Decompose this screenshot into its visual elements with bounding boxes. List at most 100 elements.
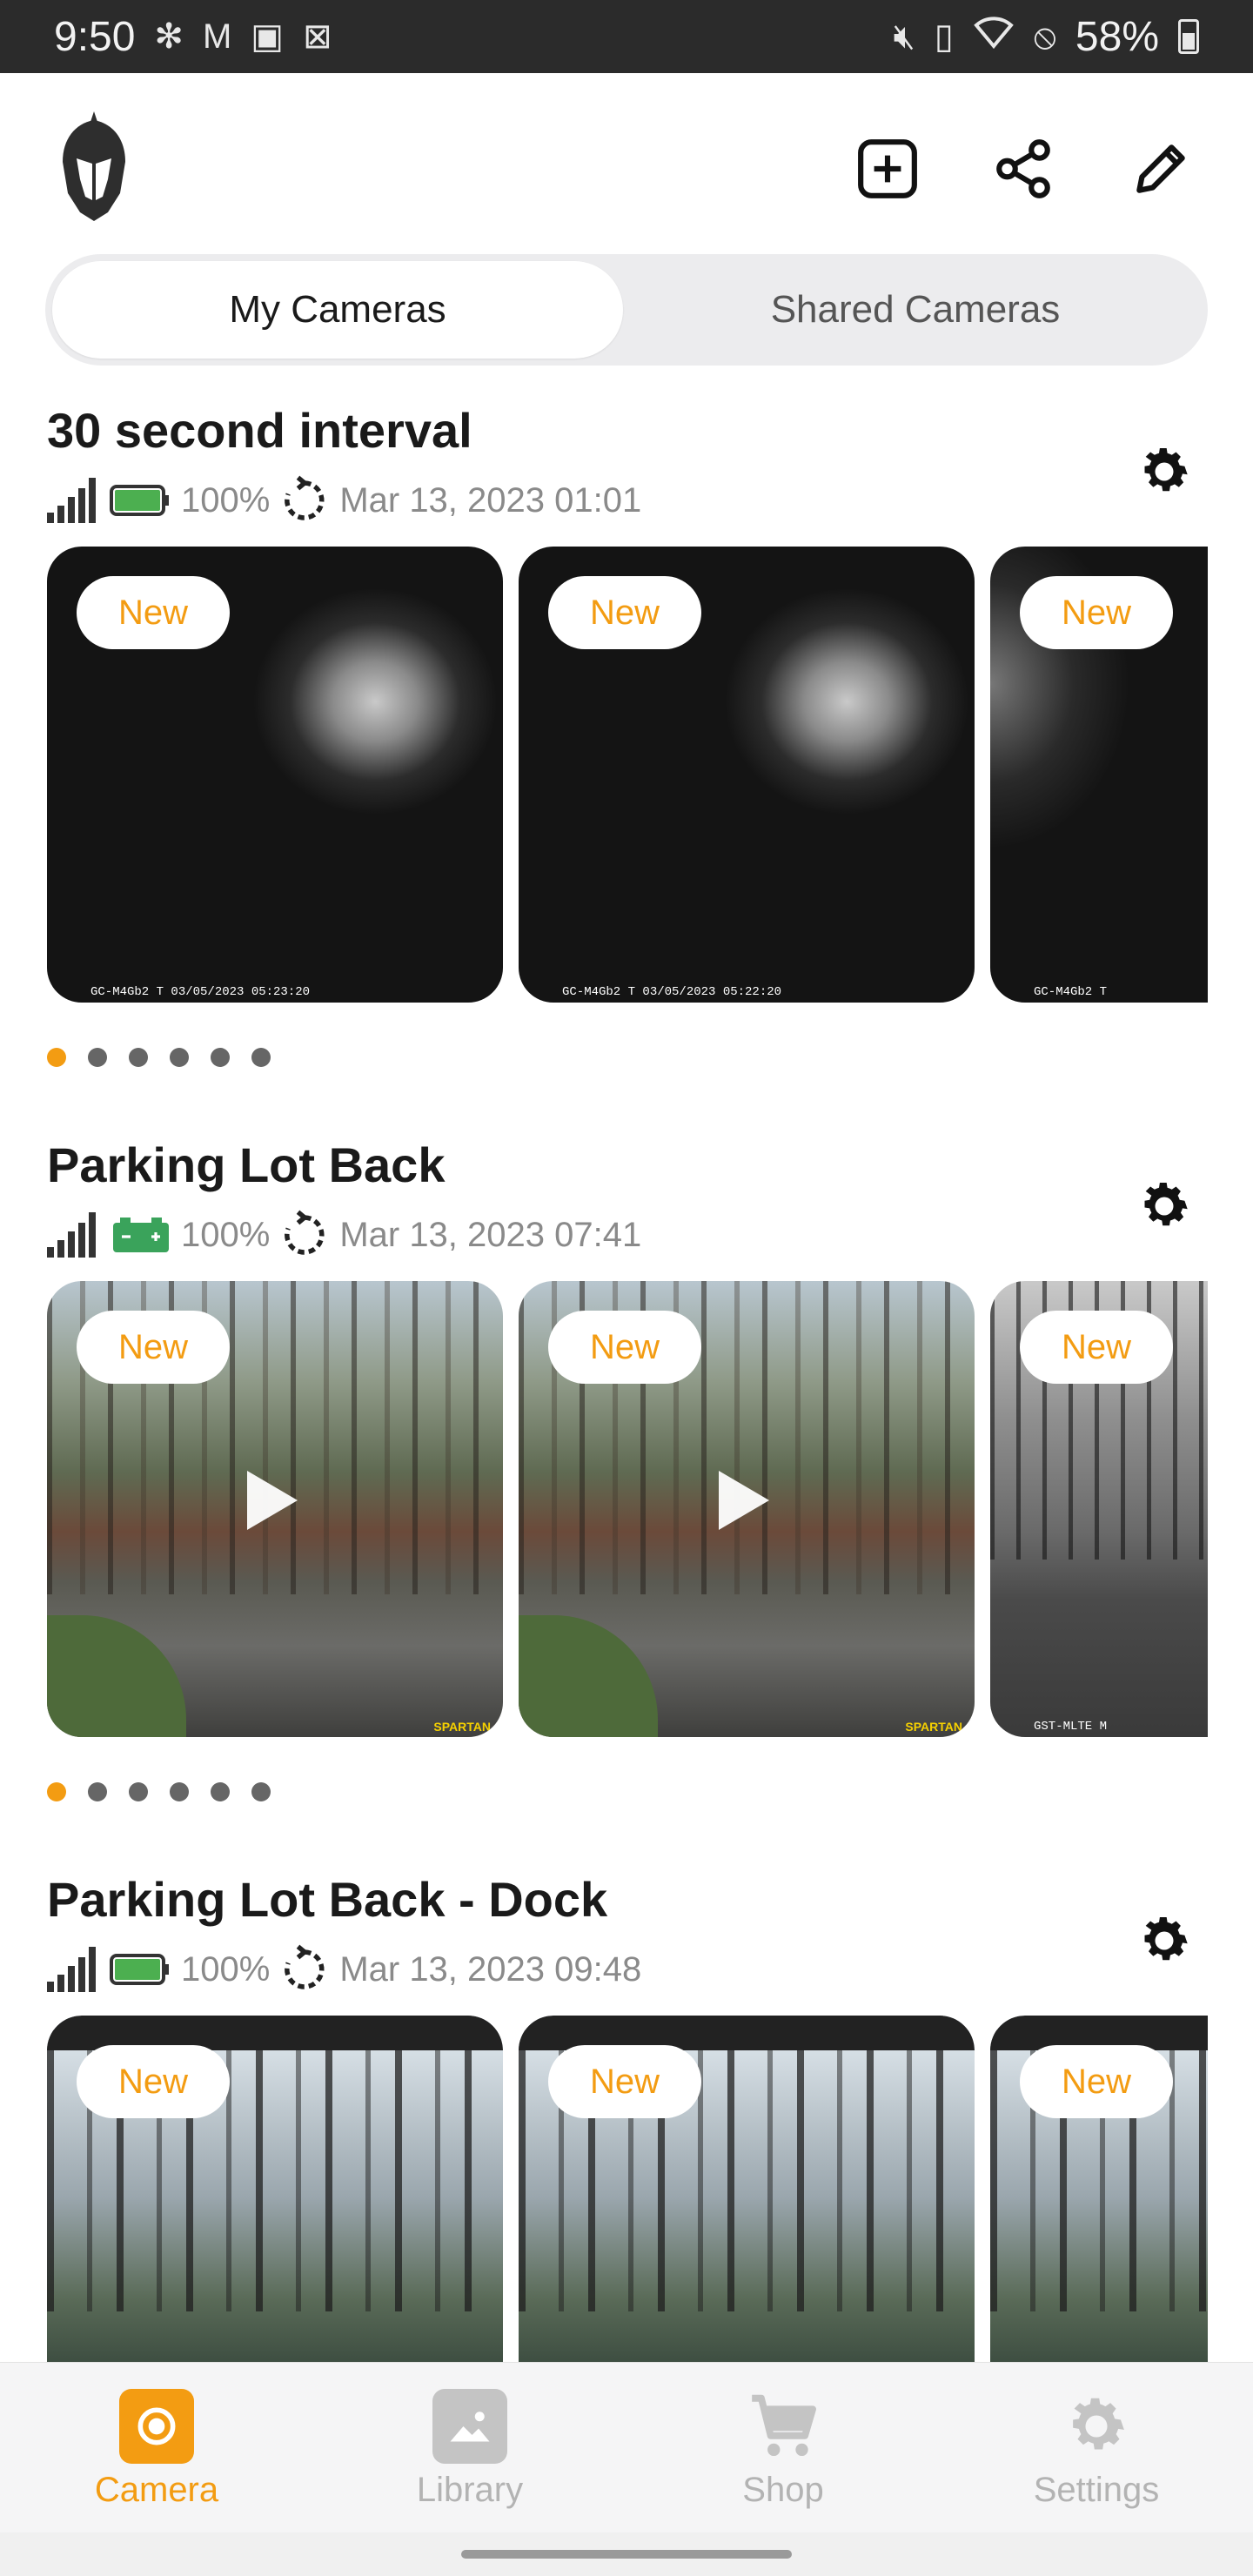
carousel-dot[interactable]	[211, 1782, 230, 1801]
dnd-icon: ⦸	[1033, 17, 1056, 56]
photo-thumbnail[interactable]: New GST-MLTE M	[990, 1281, 1208, 1737]
tab-label: Shop	[742, 2471, 824, 2509]
camera-battery-percent: 100%	[181, 1949, 271, 1989]
home-gesture-pill[interactable]	[461, 2550, 792, 2559]
camera-battery-percent: 100%	[181, 480, 271, 520]
nfc-icon: ▯	[934, 17, 954, 56]
tab-library[interactable]: Library	[365, 2389, 574, 2519]
thumbnail-carousel[interactable]: New New New	[47, 2016, 1208, 2362]
carousel-dot[interactable]	[170, 1782, 189, 1801]
camera-battery-percent: 100%	[181, 1215, 271, 1254]
mute-icon: 🔇︎	[893, 17, 915, 56]
play-icon[interactable]	[719, 1471, 769, 1530]
carousel-dot[interactable]	[129, 1048, 148, 1067]
add-camera-button[interactable]	[851, 132, 924, 205]
new-badge: New	[548, 576, 701, 649]
carousel-dots	[47, 1048, 271, 1067]
sync-icon	[285, 1944, 325, 1989]
carousel-dot[interactable]	[251, 1048, 271, 1067]
camera-name[interactable]: Parking Lot Back	[47, 1137, 445, 1193]
add-camera-icon	[858, 139, 917, 198]
photo-stamp: SPARTAN	[433, 1720, 491, 1734]
play-icon[interactable]	[247, 1471, 298, 1530]
new-badge: New	[77, 1311, 230, 1384]
camera-last-update: Mar 13, 2023 09:48	[339, 1949, 642, 1989]
new-badge: New	[1020, 1311, 1173, 1384]
share-button[interactable]	[987, 132, 1060, 205]
new-badge: New	[77, 2045, 230, 2118]
library-tab-icon	[432, 2389, 507, 2464]
sim-icon: ⊠	[303, 17, 332, 56]
gear-tab-icon	[1059, 2389, 1134, 2464]
gallery-icon: ▣	[251, 17, 285, 56]
tab-label: Library	[416, 2471, 524, 2509]
app-header	[0, 73, 1253, 256]
camera-settings-gear-icon[interactable]	[1133, 1175, 1196, 1238]
status-battery-percent: 58%	[1075, 13, 1159, 60]
wifi-icon	[973, 15, 1015, 58]
carousel-dot[interactable]	[251, 1782, 271, 1801]
carousel-dots	[47, 1782, 271, 1801]
camera-tab-icon	[119, 2389, 194, 2464]
edit-icon	[1136, 144, 1185, 193]
carousel-dot-active[interactable]	[47, 1048, 66, 1067]
tab-camera[interactable]: Camera	[52, 2389, 261, 2519]
sync-icon	[285, 475, 325, 520]
camera-status-row: 100% Mar 13, 2023 01:01	[47, 470, 641, 531]
photo-stamp: GC-M4Gb2 T	[1034, 985, 1108, 999]
tab-settings[interactable]: Settings	[992, 2389, 1201, 2519]
battery-green-icon	[110, 1954, 169, 1985]
status-time: 9:50	[54, 13, 136, 60]
carousel-dot[interactable]	[211, 1048, 230, 1067]
photo-thumbnail[interactable]: New	[519, 2016, 975, 2362]
video-thumbnail[interactable]: New SPARTAN	[47, 1281, 503, 1737]
gmail-icon: M	[202, 17, 232, 56]
new-badge: New	[1020, 2045, 1173, 2118]
tab-label: Camera	[94, 2471, 219, 2509]
photo-stamp: GC-M4Gb2 T 03/05/2023 05:23:20	[90, 985, 311, 999]
camera-segment-control: My Cameras Shared Cameras	[45, 254, 1208, 366]
tab-my-cameras[interactable]: My Cameras	[52, 261, 623, 359]
camera-card: 30 second interval 100% Mar 13, 2023 01:…	[0, 402, 1253, 1098]
photo-stamp: GC-M4Gb2 T 03/05/2023 05:22:20	[562, 985, 782, 999]
edit-button[interactable]	[1124, 132, 1197, 205]
photo-thumbnail[interactable]: New	[990, 2016, 1208, 2362]
share-icon	[996, 139, 1050, 198]
camera-name[interactable]: Parking Lot Back - Dock	[47, 1871, 607, 1928]
carousel-dot[interactable]	[129, 1782, 148, 1801]
camera-settings-gear-icon[interactable]	[1133, 440, 1196, 503]
new-badge: New	[1020, 576, 1173, 649]
carousel-dot[interactable]	[170, 1048, 189, 1067]
photo-thumbnail[interactable]: New GC-M4Gb2 T 03/05/2023 05:22:20	[519, 547, 975, 1003]
carousel-dot[interactable]	[88, 1048, 107, 1067]
spartan-helmet-logo	[59, 110, 129, 223]
battery-icon	[1178, 19, 1199, 54]
carousel-dot[interactable]	[88, 1782, 107, 1801]
tab-shared-cameras[interactable]: Shared Cameras	[630, 261, 1201, 359]
new-badge: New	[548, 1311, 701, 1384]
thumbnail-carousel[interactable]: New GC-M4Gb2 T 03/05/2023 05:23:20 New G…	[47, 547, 1208, 1003]
signal-bars-icon	[47, 1212, 96, 1258]
camera-last-update: Mar 13, 2023 07:41	[339, 1215, 642, 1254]
photo-stamp: SPARTAN	[905, 1720, 962, 1734]
car-battery-icon	[113, 1218, 169, 1252]
pinwheel-icon: ✻	[154, 17, 184, 56]
camera-last-update: Mar 13, 2023 01:01	[339, 480, 642, 520]
battery-green-icon	[110, 485, 169, 516]
camera-name[interactable]: 30 second interval	[47, 402, 472, 459]
photo-thumbnail[interactable]: New	[47, 2016, 503, 2362]
video-thumbnail[interactable]: New SPARTAN	[519, 1281, 975, 1737]
tab-label: Settings	[1033, 2471, 1160, 2509]
camera-card: Parking Lot Back 100% Mar 13, 2023 07:41…	[0, 1137, 1253, 1833]
carousel-dot-active[interactable]	[47, 1782, 66, 1801]
signal-bars-icon	[47, 1947, 96, 1992]
new-badge: New	[77, 576, 230, 649]
thumbnail-carousel[interactable]: New SPARTAN New SPARTAN New GST-MLTE M	[47, 1281, 1208, 1737]
camera-card: Parking Lot Back - Dock 100% Mar 13, 202…	[0, 1871, 1253, 2362]
signal-bars-icon	[47, 478, 96, 523]
system-nav-bar	[0, 2532, 1253, 2576]
photo-thumbnail[interactable]: New GC-M4Gb2 T 03/05/2023 05:23:20	[47, 547, 503, 1003]
tab-shop[interactable]: Shop	[679, 2389, 888, 2519]
camera-settings-gear-icon[interactable]	[1133, 1909, 1196, 1972]
photo-thumbnail[interactable]: New GC-M4Gb2 T	[990, 547, 1208, 1003]
